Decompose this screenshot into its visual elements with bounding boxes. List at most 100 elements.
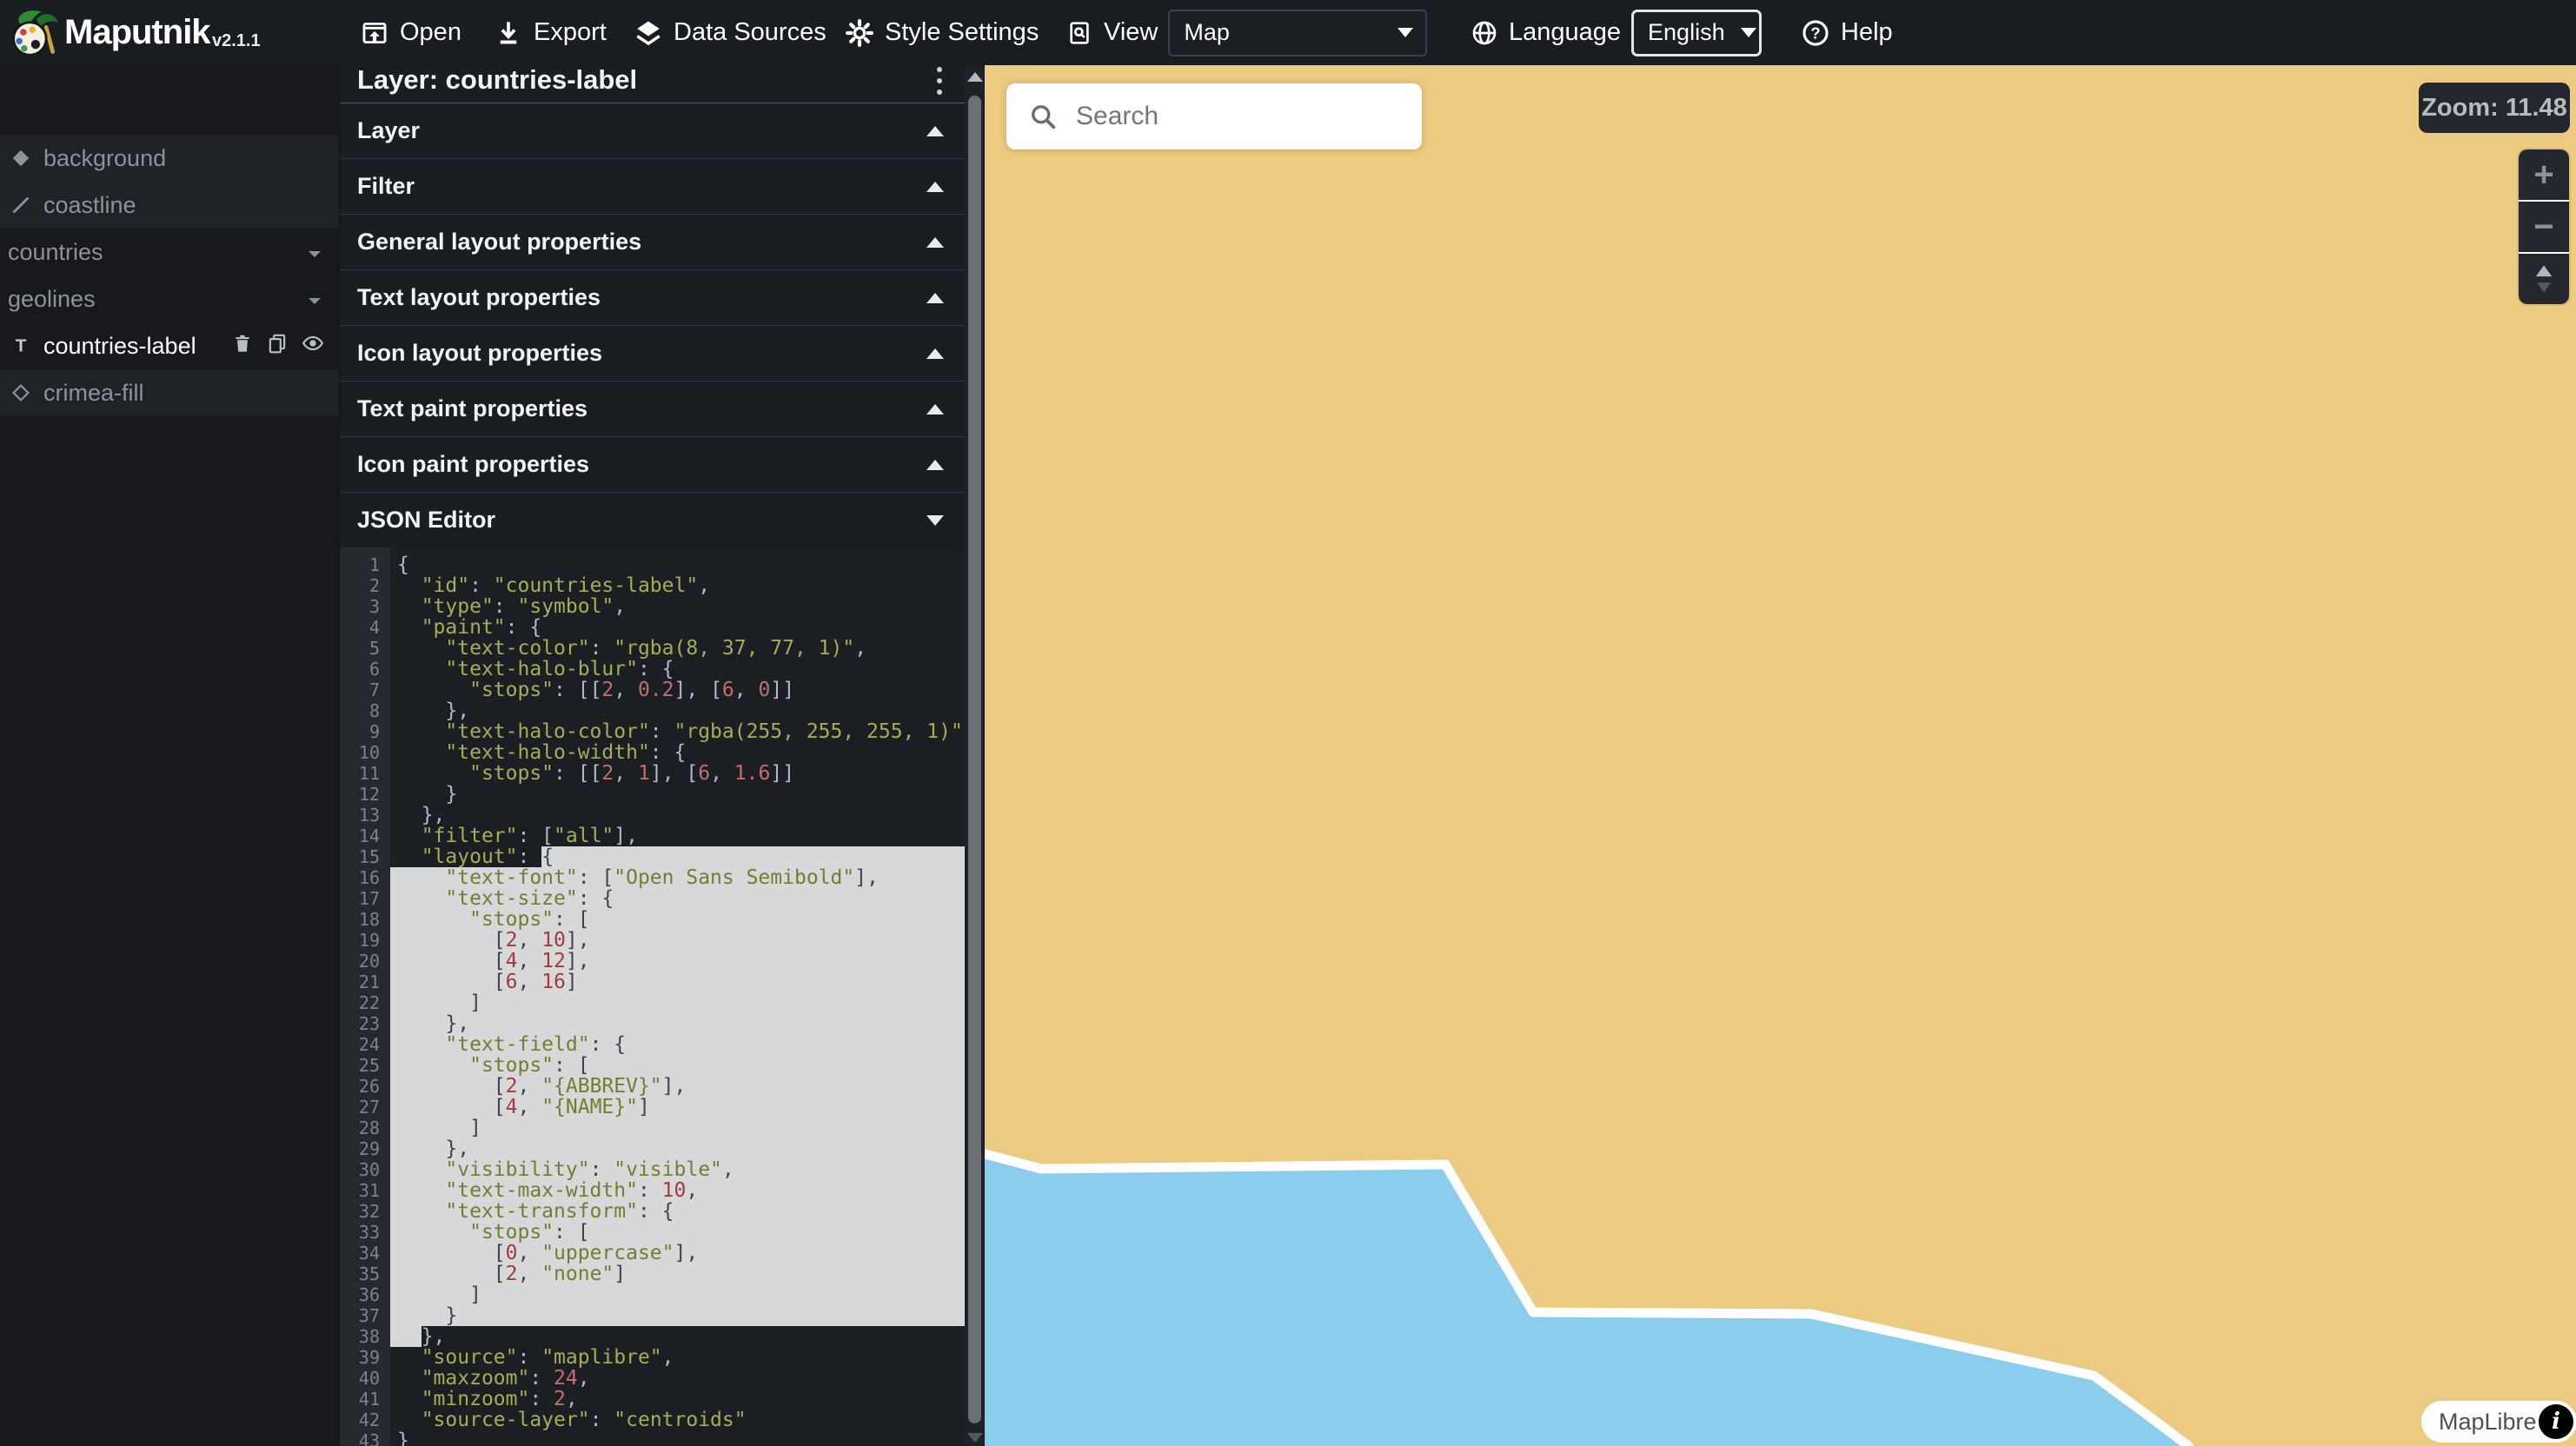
chevron-down-icon [306, 286, 323, 313]
section-icon-layout-properties[interactable]: Icon layout properties [340, 326, 965, 381]
code-line: "text-transform": { [390, 1201, 965, 1222]
top-toolbar: Maputnik v2.1.1 Open Export Data Sou [0, 0, 2576, 65]
chevron-up-icon [926, 182, 944, 192]
help-icon: ? [1801, 18, 1830, 48]
section-general-layout-properties[interactable]: General layout properties [340, 215, 965, 270]
layer-label: background [43, 145, 166, 172]
map-zoom-controls: + − [2519, 149, 2569, 304]
layer-editor-panel: Layer: countries-label LayerFilterGenera… [340, 65, 965, 1446]
layer-list: background coastline countries geolinesTcou… [0, 135, 339, 416]
app-version: v2.1.1 [212, 31, 261, 51]
chevron-down-icon [306, 239, 323, 266]
line-number: 43 [340, 1430, 390, 1446]
code-line: "text-field": { [390, 1034, 965, 1055]
zoom-out-button[interactable]: − [2519, 200, 2569, 252]
help-button[interactable]: ? Help [1801, 0, 1893, 65]
section-label: General layout properties [357, 229, 641, 255]
code-line: "stops": [[2, 0.2], [6, 0]] [390, 680, 965, 700]
language-menu: Language English [1471, 0, 1762, 65]
chevron-down-icon [926, 515, 944, 526]
code-line: "text-halo-width": { [390, 742, 965, 763]
sidebar-item-crimea-fill[interactable]: crimea-fill [0, 369, 339, 416]
line-number: 40 [340, 1368, 390, 1389]
line-number: 19 [340, 930, 390, 951]
gear-icon [845, 18, 874, 48]
style-settings-button[interactable]: Style Settings [845, 0, 1039, 65]
sidebar-item-geolines[interactable]: geolines [0, 275, 339, 322]
section-filter[interactable]: Filter [340, 159, 965, 215]
line-number: 26 [340, 1076, 390, 1097]
sidebar-item-coastline[interactable]: coastline [0, 182, 339, 229]
section-json-editor[interactable]: JSON Editor [340, 493, 965, 548]
diamond-outline-icon [8, 381, 34, 404]
layer-label: countries [8, 239, 103, 266]
scrollbar-thumb[interactable] [968, 96, 981, 1423]
code-line: }, [390, 805, 965, 826]
sidebar-item-background[interactable]: background [0, 135, 339, 182]
map-canvas[interactable]: Zoom: 11.48 + − MapLibre i [985, 65, 2576, 1446]
pitch-toggle-button[interactable] [2519, 252, 2569, 304]
code-line: ] [390, 992, 965, 1013]
code-line: } [390, 784, 965, 805]
scrollbar-up-icon[interactable] [967, 72, 983, 82]
line-number: 17 [340, 888, 390, 909]
section-label: Text layout properties [357, 284, 601, 311]
section-label: Icon paint properties [357, 451, 589, 478]
sidebar-item-countries[interactable]: countries [0, 229, 339, 275]
export-button[interactable]: Export [494, 0, 607, 65]
delete-layer-icon[interactable] [231, 332, 254, 361]
layer-menu-kebab-icon[interactable] [937, 67, 942, 95]
section-icon-paint-properties[interactable]: Icon paint properties [340, 437, 965, 493]
section-text-paint-properties[interactable]: Text paint properties [340, 381, 965, 437]
code-line: "layout": { [390, 846, 965, 867]
data-sources-button[interactable]: Data Sources [634, 0, 827, 65]
search-input[interactable] [1074, 101, 1422, 132]
maputnik-logo-icon [9, 6, 61, 63]
chevron-up-icon [926, 237, 944, 248]
code-line: { [390, 554, 965, 575]
sidebar-item-countries-label[interactable]: Tcountries-label [0, 322, 339, 369]
line-number: 22 [340, 992, 390, 1013]
code-line: }, [390, 1013, 965, 1034]
section-layer[interactable]: Layer [340, 103, 965, 159]
data-sources-label: Data Sources [674, 18, 827, 47]
layer-actions [231, 332, 339, 361]
json-editor-gutter: 1234567891011121314151617181920212223242… [340, 547, 390, 1446]
info-icon[interactable]: i [2539, 1404, 2573, 1439]
line-number: 31 [340, 1180, 390, 1201]
line-number: 23 [340, 1013, 390, 1034]
code-line: "stops": [[2, 1], [6, 1.6]] [390, 763, 965, 784]
section-label: Icon layout properties [357, 340, 602, 367]
code-line: [0, "uppercase"], [390, 1243, 965, 1264]
code-line: "filter": ["all"], [390, 826, 965, 846]
view-select[interactable]: Map [1168, 10, 1427, 56]
line-number: 28 [340, 1118, 390, 1138]
code-line: "paint": { [390, 617, 965, 638]
section-label: Filter [357, 173, 415, 200]
code-line: [6, 16] [390, 972, 965, 992]
zoom-level-badge: Zoom: 11.48 [2419, 83, 2570, 133]
visibility-icon[interactable] [301, 332, 325, 361]
code-line: "minzoom": 2, [390, 1389, 965, 1410]
line-number: 21 [340, 972, 390, 992]
code-line: "text-halo-color": "rgba(255, 255, 255, … [390, 721, 965, 742]
export-icon [494, 18, 523, 48]
code-line: "text-size": { [390, 888, 965, 909]
chevron-up-icon [926, 293, 944, 303]
line-number: 12 [340, 784, 390, 805]
open-icon [360, 18, 389, 48]
json-editor[interactable]: 1234567891011121314151617181920212223242… [340, 547, 965, 1446]
section-text-layout-properties[interactable]: Text layout properties [340, 270, 965, 326]
data-sources-icon [634, 18, 663, 48]
open-button[interactable]: Open [360, 0, 461, 65]
globe-icon [1471, 19, 1498, 47]
chevron-up-icon [926, 404, 944, 415]
attribution-link[interactable]: MapLibre [2439, 1409, 2537, 1436]
zoom-in-button[interactable]: + [2519, 149, 2569, 200]
export-label: Export [534, 18, 607, 47]
duplicate-layer-icon[interactable] [266, 332, 289, 361]
scrollbar-down-icon[interactable] [967, 1433, 983, 1443]
language-select[interactable]: English [1631, 10, 1762, 56]
maputnik-app: Maputnik v2.1.1 Open Export Data Sou [0, 0, 2576, 1446]
code-line: "source-layer": "centroids" [390, 1410, 965, 1430]
